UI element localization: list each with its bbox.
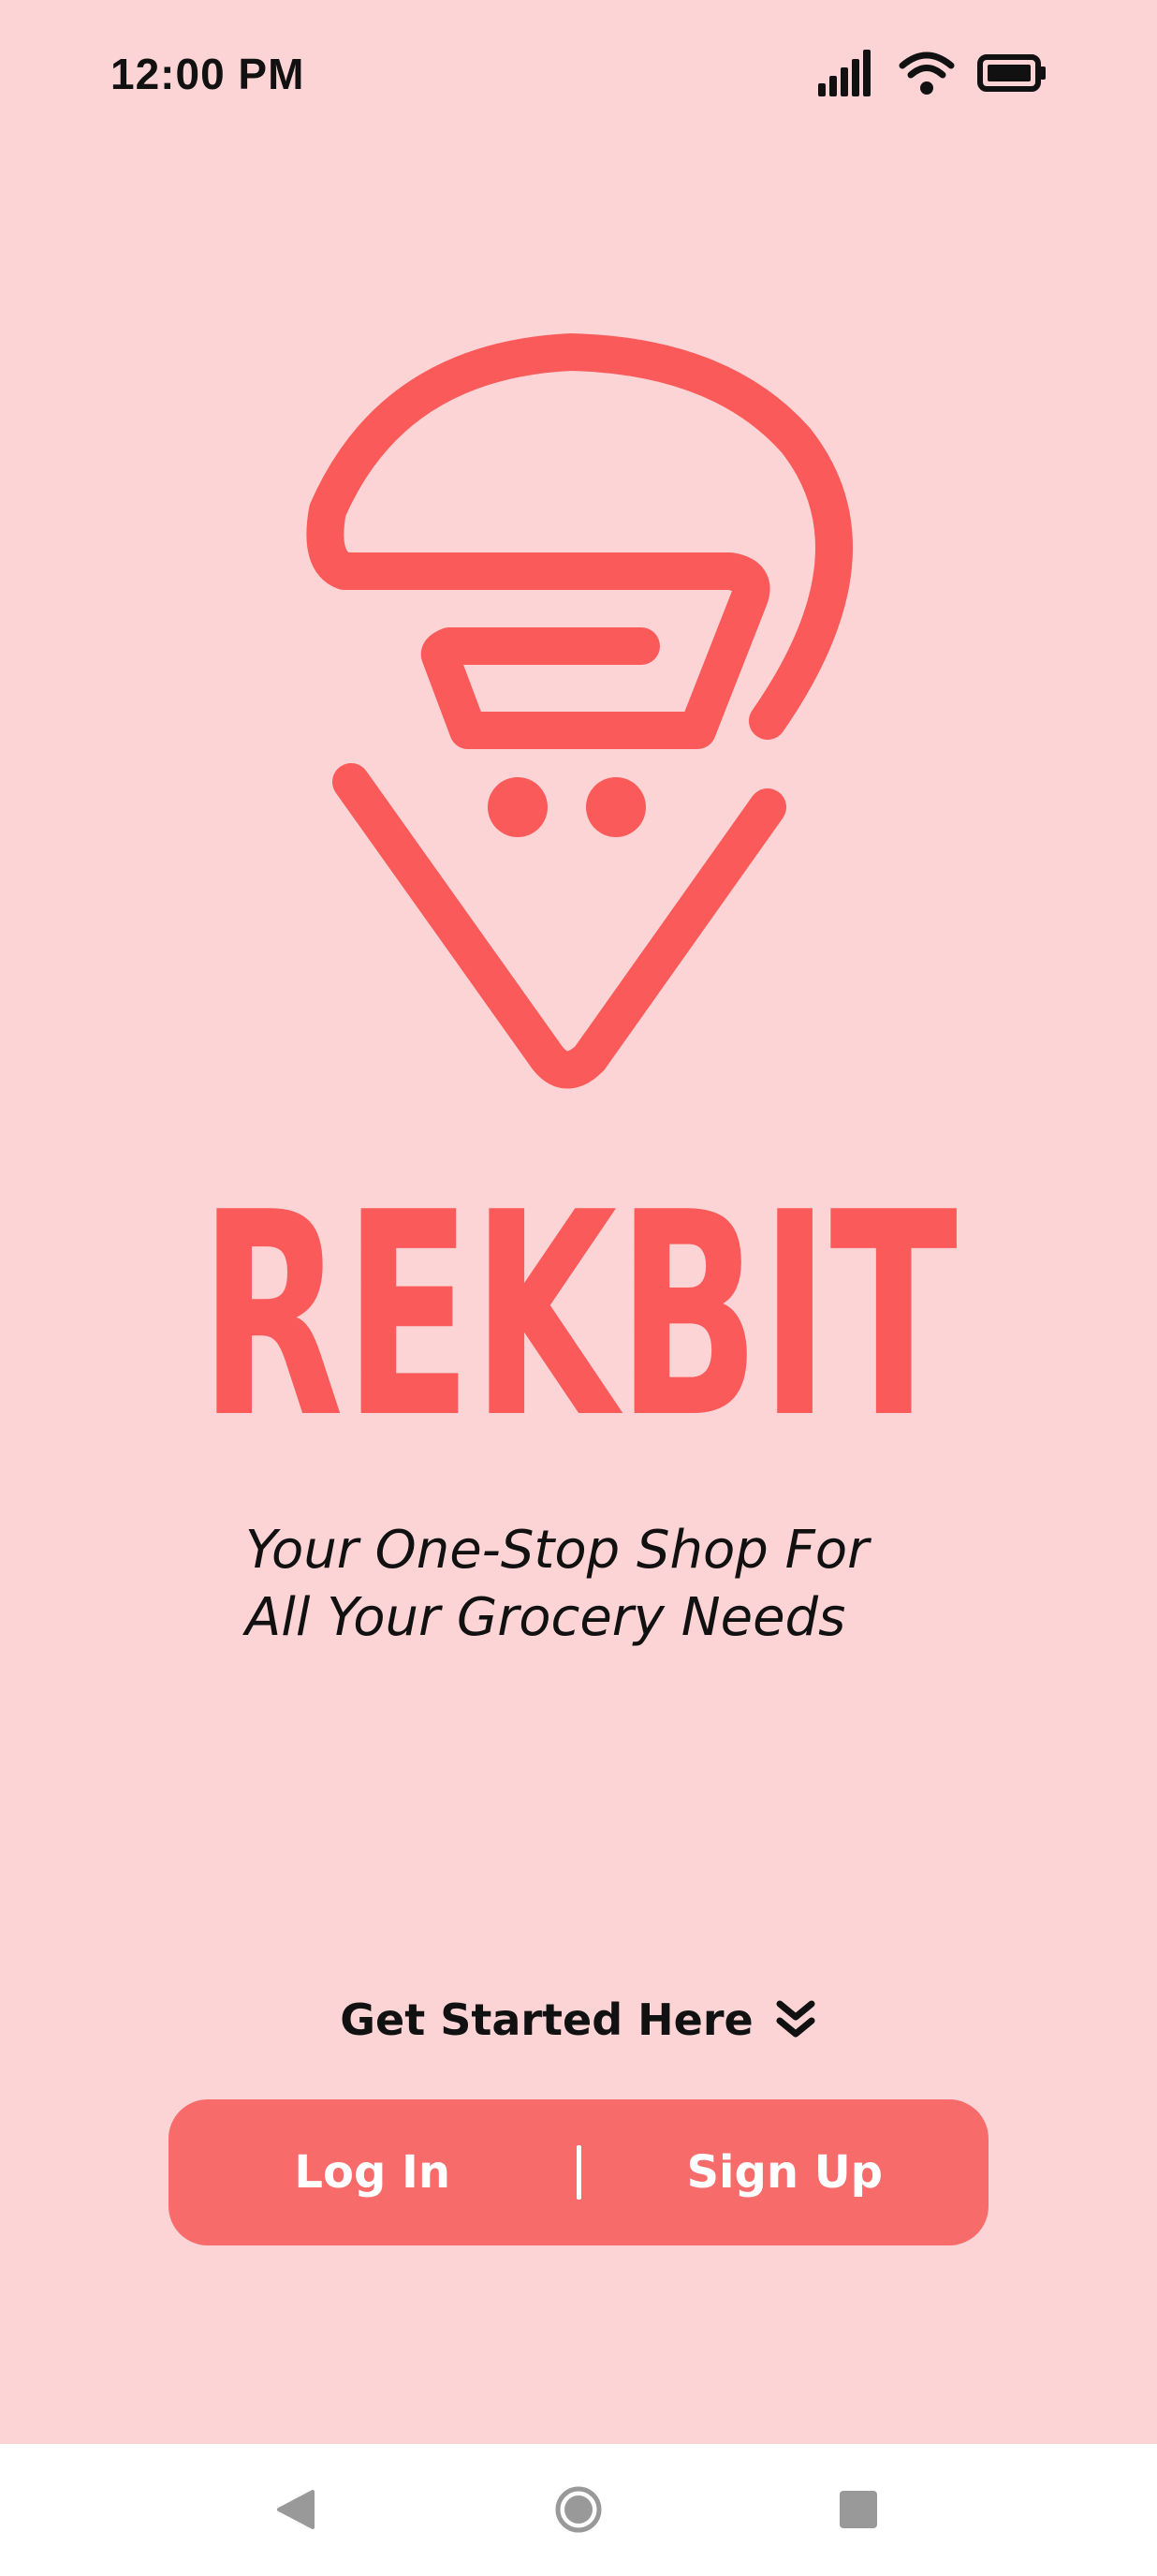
recents-icon [840, 2491, 877, 2528]
login-button[interactable]: Log In [168, 2099, 577, 2245]
auth-button-bar: Log In Sign Up [168, 2099, 989, 2245]
wifi-icon [899, 52, 955, 95]
status-bar: 12:00 PM [0, 0, 1157, 159]
signup-button[interactable]: Sign Up [581, 2099, 989, 2245]
brand-name: REKBIT [0, 1185, 1157, 1428]
get-started-label: Get Started Here [340, 1995, 754, 2045]
battery-icon [977, 54, 1046, 92]
status-icons [818, 47, 1047, 99]
cart-location-pin-icon [306, 333, 853, 1089]
brand-name-text: REKBIT [199, 1185, 959, 1428]
signal-icon [818, 50, 871, 96]
recents-button[interactable] [830, 2481, 886, 2538]
back-icon [277, 2490, 315, 2529]
home-icon [555, 2486, 602, 2533]
home-button[interactable] [550, 2481, 607, 2538]
tagline-line-2: All Your Grocery Needs [245, 1587, 846, 1648]
navigation-bar [0, 2444, 1157, 2576]
back-button[interactable] [268, 2481, 324, 2538]
get-started-hint: Get Started Here [0, 1995, 1157, 2045]
tagline: Your One-Stop Shop For All Your Grocery … [245, 1517, 994, 1652]
tagline-line-1: Your One-Stop Shop For [245, 1520, 870, 1581]
status-time: 12:00 PM [110, 50, 305, 98]
double-chevron-down-icon [776, 2000, 815, 2038]
